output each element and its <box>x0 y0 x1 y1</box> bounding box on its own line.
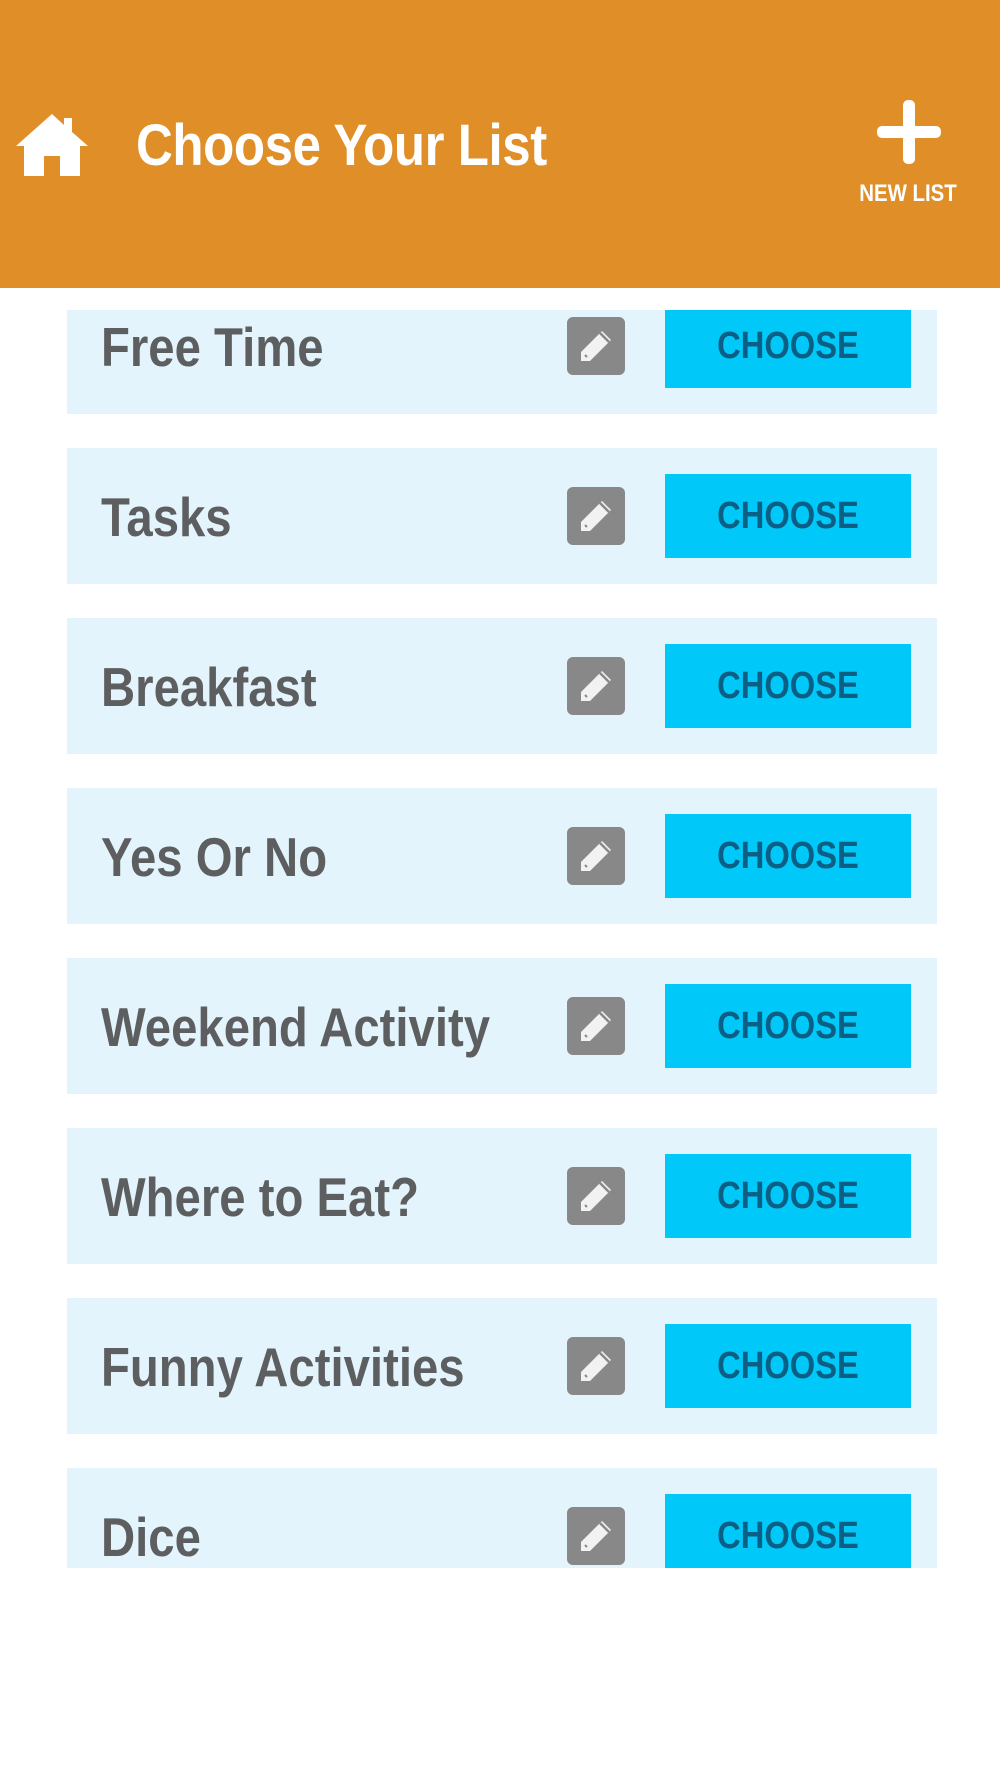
choose-label: CHOOSE <box>717 1345 859 1387</box>
pencil-icon <box>581 501 611 531</box>
edit-button[interactable] <box>567 997 625 1055</box>
list-row-6: Where to Eat? CHOOSE <box>67 1128 937 1264</box>
choose-label: CHOOSE <box>717 835 859 877</box>
choose-label: CHOOSE <box>717 1005 859 1047</box>
list-row-8: Dice CHOOSE <box>67 1468 937 1568</box>
new-list-label: NEW LIST <box>859 180 957 207</box>
edit-button[interactable] <box>567 487 625 545</box>
edit-button[interactable] <box>567 1167 625 1225</box>
choose-label: CHOOSE <box>717 325 859 367</box>
list-name: Weekend Activity <box>101 996 491 1058</box>
pencil-icon <box>581 841 611 871</box>
list-name: Tasks <box>101 486 232 548</box>
list-name: Dice <box>101 1506 201 1568</box>
list-container: Free Time CHOOSE Tasks CHOOSE Breakfast <box>67 310 937 1568</box>
list-name: Breakfast <box>101 656 317 718</box>
list-name: Where to Eat? <box>101 1166 419 1228</box>
choose-label: CHOOSE <box>717 1515 859 1557</box>
home-icon[interactable] <box>14 112 90 178</box>
choose-label: CHOOSE <box>717 665 859 707</box>
pencil-icon <box>581 671 611 701</box>
edit-button[interactable] <box>567 317 625 375</box>
choose-button[interactable]: CHOOSE <box>665 1494 911 1568</box>
pencil-icon <box>581 1181 611 1211</box>
list-row-5: Weekend Activity CHOOSE <box>67 958 937 1094</box>
choose-button[interactable]: CHOOSE <box>665 474 911 558</box>
plus-icon <box>877 100 941 164</box>
list-scroll-area[interactable]: Free Time CHOOSE Tasks CHOOSE Breakfast <box>67 310 937 1568</box>
choose-button[interactable]: CHOOSE <box>665 1154 911 1238</box>
list-row-4: Yes Or No CHOOSE <box>67 788 937 924</box>
edit-button[interactable] <box>567 1337 625 1395</box>
list-name: Yes Or No <box>101 826 328 888</box>
pencil-icon <box>581 1351 611 1381</box>
page-title: Choose Your List <box>136 113 547 178</box>
pencil-icon <box>581 1521 611 1551</box>
edit-button[interactable] <box>567 657 625 715</box>
list-row-1: Free Time CHOOSE <box>67 310 937 414</box>
app-header: Choose Your List NEW LIST <box>0 0 1000 288</box>
choose-button[interactable]: CHOOSE <box>665 310 911 388</box>
edit-button[interactable] <box>567 827 625 885</box>
choose-button[interactable]: CHOOSE <box>665 644 911 728</box>
pencil-icon <box>581 331 611 361</box>
choose-button[interactable]: CHOOSE <box>665 814 911 898</box>
choose-label: CHOOSE <box>717 1175 859 1217</box>
pencil-icon <box>581 1011 611 1041</box>
choose-button[interactable]: CHOOSE <box>665 984 911 1068</box>
edit-button[interactable] <box>567 1507 625 1565</box>
list-row-3: Breakfast CHOOSE <box>67 618 937 754</box>
list-name: Free Time <box>101 316 324 378</box>
new-list-button[interactable]: NEW LIST <box>845 96 971 212</box>
choose-button[interactable]: CHOOSE <box>665 1324 911 1408</box>
choose-label: CHOOSE <box>717 495 859 537</box>
list-row-7: Funny Activities CHOOSE <box>67 1298 937 1434</box>
list-name: Funny Activities <box>101 1336 465 1398</box>
list-row-2: Tasks CHOOSE <box>67 448 937 584</box>
